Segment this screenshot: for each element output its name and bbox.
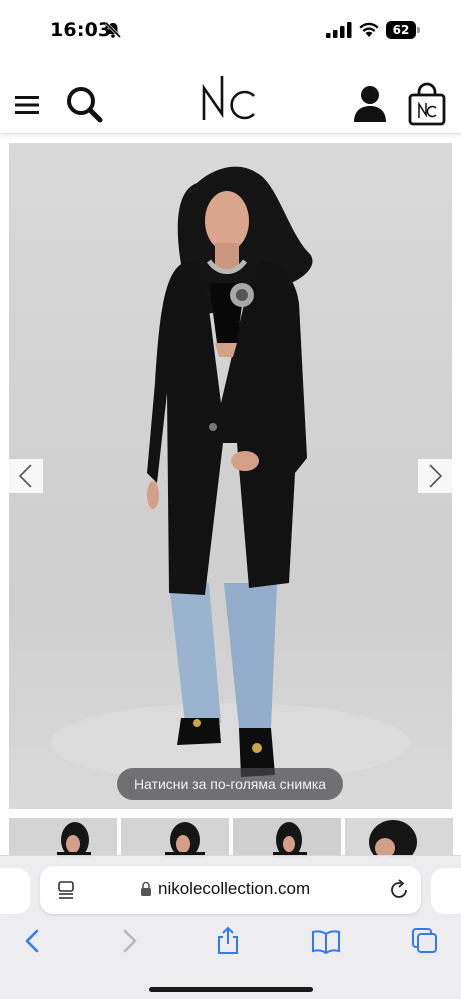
- back-icon[interactable]: [17, 926, 47, 956]
- tabs-icon[interactable]: [410, 926, 440, 956]
- bookmarks-icon[interactable]: [311, 926, 341, 956]
- thumbnail[interactable]: [345, 818, 453, 858]
- next-image-button[interactable]: [418, 459, 452, 493]
- next-tab-preview[interactable]: [431, 868, 461, 914]
- battery-level: 62: [386, 21, 416, 39]
- menu-icon[interactable]: [14, 94, 40, 116]
- page-menu-icon[interactable]: [56, 880, 76, 900]
- battery-icon: 62: [386, 21, 420, 39]
- home-indicator[interactable]: [149, 987, 313, 992]
- wifi-icon: [359, 22, 379, 37]
- browser-toolbar: nikolecollection.com: [0, 855, 461, 999]
- brand-logo[interactable]: [200, 74, 262, 124]
- previous-tab-preview[interactable]: [0, 868, 30, 914]
- bell-slash-icon: [104, 21, 122, 39]
- chevron-left-icon: [18, 464, 32, 488]
- cellular-signal-icon: [326, 22, 352, 38]
- forward-icon[interactable]: [115, 926, 145, 956]
- user-icon[interactable]: [352, 84, 388, 124]
- status-time: 16:03: [50, 19, 112, 41]
- thumbnail-strip: [9, 818, 461, 858]
- reload-icon[interactable]: [388, 879, 410, 901]
- share-icon[interactable]: [213, 926, 243, 956]
- previous-image-button[interactable]: [9, 459, 43, 493]
- address-bar[interactable]: nikolecollection.com: [40, 866, 421, 914]
- thumbnail[interactable]: [233, 818, 341, 858]
- product-image[interactable]: [9, 143, 452, 809]
- screen: 16:03 62 Натисни за по-голяма снимка nik…: [0, 0, 461, 999]
- site-header: [0, 62, 461, 134]
- search-icon[interactable]: [64, 84, 104, 124]
- thumbnail[interactable]: [121, 818, 229, 858]
- shopping-bag-icon[interactable]: [408, 82, 446, 126]
- lock-icon: [141, 881, 151, 896]
- status-bar: 16:03 62: [0, 0, 461, 62]
- enlarge-image-hint[interactable]: Натисни за по-голяма снимка: [117, 768, 343, 800]
- url-text: nikolecollection.com: [158, 879, 311, 898]
- thumbnail[interactable]: [9, 818, 117, 858]
- chevron-right-icon: [429, 464, 443, 488]
- model-photo: [50, 166, 410, 783]
